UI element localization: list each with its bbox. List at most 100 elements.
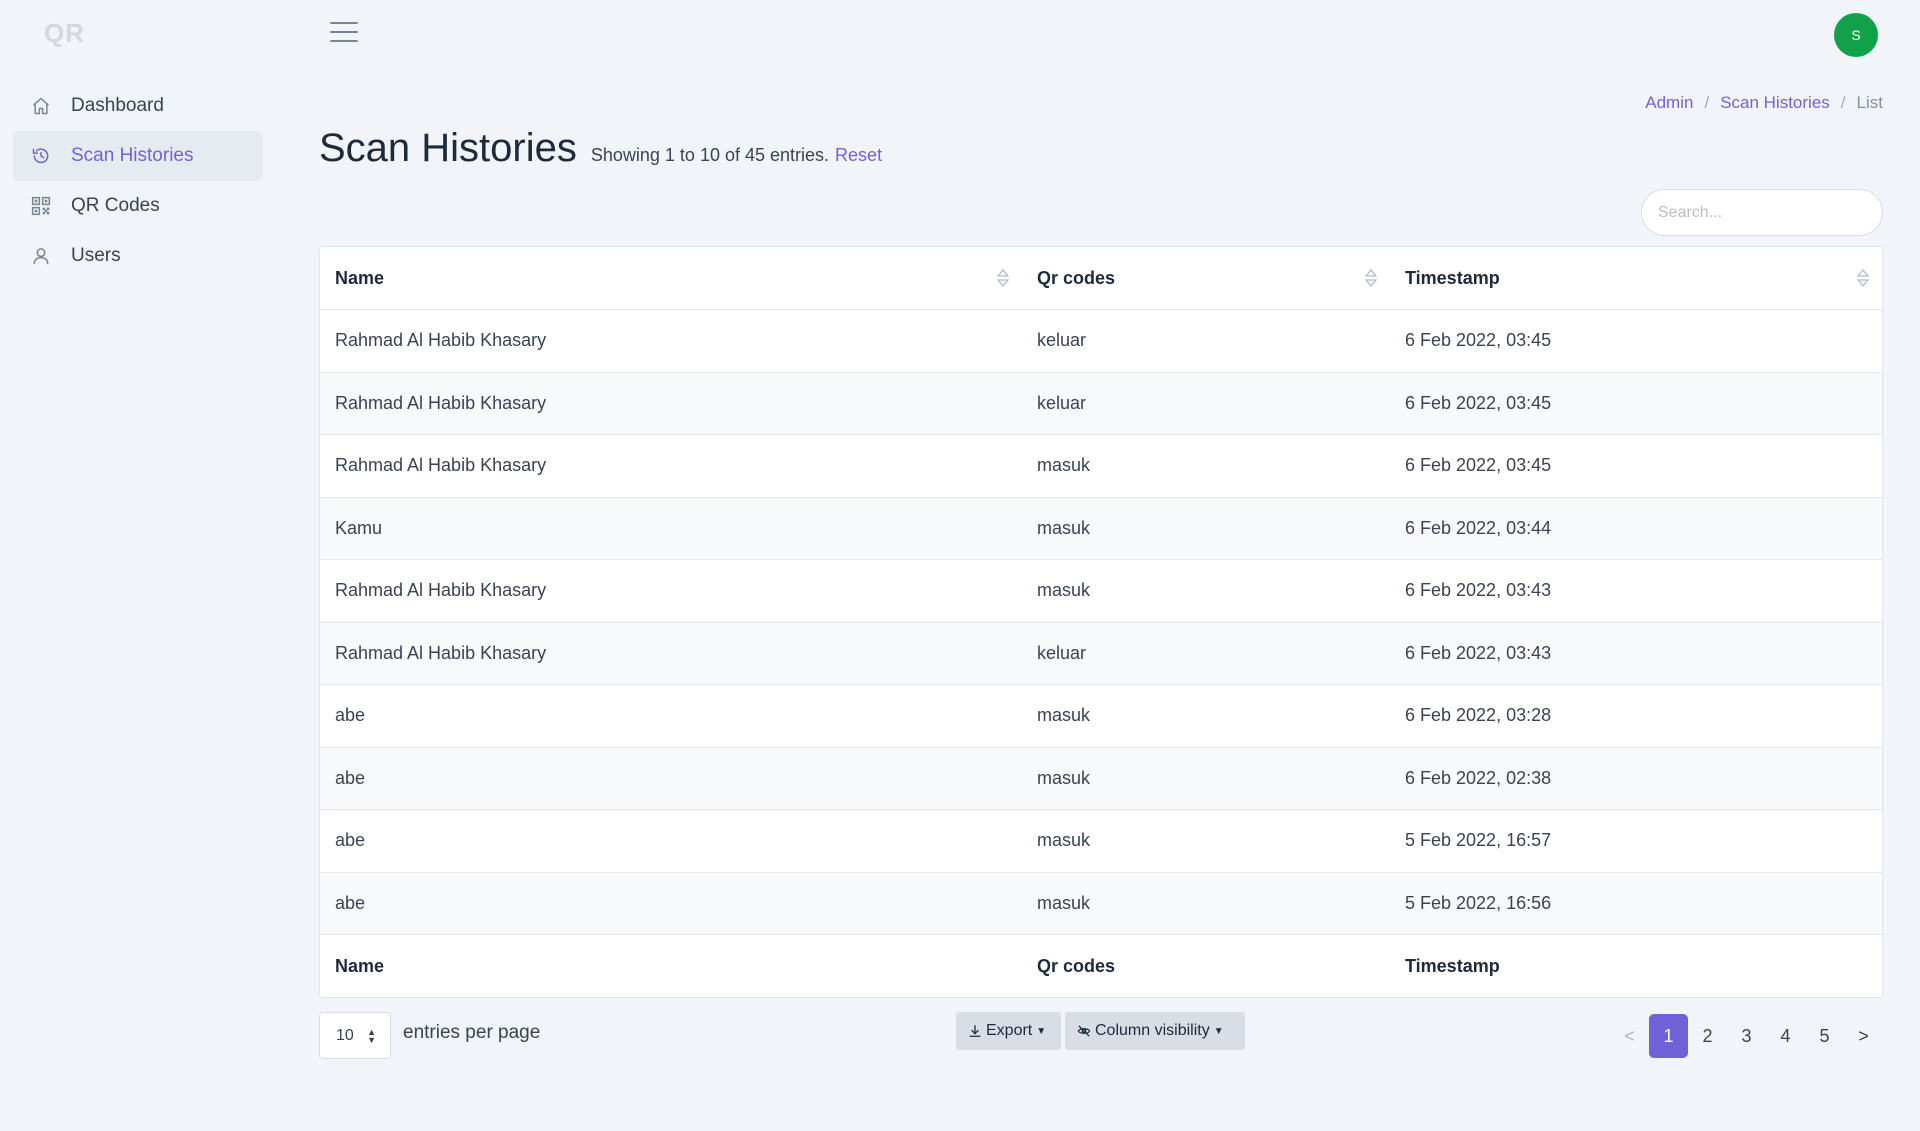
cell-timestamp: 6 Feb 2022, 03:45: [1390, 309, 1882, 373]
cell-qr-code: masuk: [1022, 872, 1390, 935]
sidebar-item-label: Dashboard: [71, 95, 164, 116]
title-row: Scan Histories Showing 1 to 10 of 45 ent…: [319, 126, 882, 171]
app-root: QR Dashboard Scan Histories QR Codes Use…: [0, 0, 1920, 1131]
per-page-label: entries per page: [403, 1022, 541, 1043]
cell-qr-code: masuk: [1022, 559, 1390, 623]
page-title: Scan Histories: [319, 126, 577, 170]
qr-code-icon: [30, 195, 52, 217]
pagination-page-1[interactable]: 1: [1649, 1014, 1688, 1058]
pagination: < 1 2 3 4 5 >: [1610, 1014, 1883, 1058]
cell-timestamp: 5 Feb 2022, 16:57: [1390, 809, 1882, 873]
column-header-name[interactable]: Name: [320, 247, 1022, 310]
cell-timestamp: 6 Feb 2022, 03:28: [1390, 684, 1882, 748]
pagination-page-4[interactable]: 4: [1766, 1014, 1805, 1058]
cell-qr-code: masuk: [1022, 809, 1390, 873]
search-input[interactable]: [1641, 189, 1883, 236]
column-header-timestamp[interactable]: Timestamp: [1390, 247, 1882, 310]
cell-qr-code: keluar: [1022, 372, 1390, 435]
cell-qr-code: masuk: [1022, 434, 1390, 498]
column-footer-qr-codes: Qr codes: [1022, 934, 1390, 997]
sidebar: QR Dashboard Scan Histories QR Codes Use…: [0, 0, 270, 1131]
entries-info: Showing 1 to 10 of 45 entries.: [590, 145, 830, 165]
export-button[interactable]: Export ▼: [956, 1012, 1061, 1050]
home-icon: [30, 95, 52, 117]
cell-timestamp: 6 Feb 2022, 03:44: [1390, 497, 1882, 560]
table-footer-row: Name Qr codes Timestamp: [320, 934, 1882, 997]
cell-qr-code: keluar: [1022, 622, 1390, 685]
sidebar-item-label: Users: [71, 245, 121, 266]
cell-qr-code: keluar: [1022, 309, 1390, 373]
breadcrumb-scan-histories[interactable]: Scan Histories: [1720, 93, 1830, 113]
per-page-value: 10: [336, 1026, 354, 1044]
cell-name: Rahmad Al Habib Khasary: [320, 372, 1022, 435]
pagination-prev[interactable]: <: [1610, 1014, 1649, 1058]
sidebar-item-label: QR Codes: [71, 195, 160, 216]
sidebar-item-qr-codes[interactable]: QR Codes: [13, 181, 263, 231]
breadcrumb-current: List: [1856, 93, 1883, 112]
cell-qr-code: masuk: [1022, 497, 1390, 560]
user-icon: [30, 245, 52, 267]
column-header-label: Name: [335, 267, 385, 288]
cell-name: abe: [320, 684, 1022, 748]
sort-icon[interactable]: [996, 267, 1010, 289]
caret-down-icon: ▼: [1213, 1025, 1224, 1037]
cell-timestamp: 5 Feb 2022, 16:56: [1390, 872, 1882, 935]
column-header-label: Timestamp: [1405, 267, 1500, 288]
cell-name: Rahmad Al Habib Khasary: [320, 559, 1022, 623]
cell-name: Rahmad Al Habib Khasary: [320, 309, 1022, 373]
sidebar-item-users[interactable]: Users: [13, 231, 263, 281]
table-row: abe masuk 6 Feb 2022, 03:28: [320, 684, 1882, 748]
pagination-page-2[interactable]: 2: [1688, 1014, 1727, 1058]
table-row: Rahmad Al Habib Khasary masuk 6 Feb 2022…: [320, 434, 1882, 498]
column-visibility-label: Column visibility: [1095, 1022, 1210, 1039]
column-footer-name: Name: [320, 934, 1022, 997]
menu-toggle-icon[interactable]: [330, 22, 358, 44]
caret-down-icon: ▼: [1036, 1025, 1047, 1037]
sidebar-item-label: Scan Histories: [71, 145, 194, 166]
breadcrumb: Admin / Scan Histories / List: [1645, 93, 1883, 113]
column-footer-timestamp: Timestamp: [1390, 934, 1882, 997]
cell-qr-code: masuk: [1022, 684, 1390, 748]
cell-name: Rahmad Al Habib Khasary: [320, 622, 1022, 685]
cell-qr-code: masuk: [1022, 747, 1390, 810]
breadcrumb-separator: /: [1704, 93, 1710, 112]
table-row: Rahmad Al Habib Khasary masuk 6 Feb 2022…: [320, 559, 1882, 623]
sidebar-item-dashboard[interactable]: Dashboard: [13, 81, 263, 131]
table-row: abe masuk 5 Feb 2022, 16:57: [320, 809, 1882, 873]
column-visibility-button[interactable]: Column visibility ▼: [1065, 1012, 1245, 1050]
reset-link[interactable]: Reset: [835, 145, 882, 166]
cell-name: abe: [320, 809, 1022, 873]
table-row: abe masuk 6 Feb 2022, 02:38: [320, 747, 1882, 810]
data-table: Name Qr codes Timestamp Rahmad Al Habib: [319, 246, 1883, 998]
column-header-label: Qr codes: [1037, 267, 1116, 288]
sort-icon[interactable]: [1364, 267, 1378, 289]
table-row: Rahmad Al Habib Khasary keluar 6 Feb 202…: [320, 309, 1882, 373]
pagination-page-3[interactable]: 3: [1727, 1014, 1766, 1058]
select-arrows-icon: ▲ ▼: [367, 1027, 376, 1045]
table-row: abe masuk 5 Feb 2022, 16:56: [320, 872, 1882, 935]
cell-timestamp: 6 Feb 2022, 03:45: [1390, 372, 1882, 435]
history-icon: [30, 145, 52, 167]
pagination-page-5[interactable]: 5: [1805, 1014, 1844, 1058]
avatar[interactable]: S: [1834, 13, 1878, 57]
cell-name: abe: [320, 872, 1022, 935]
per-page-select[interactable]: 10 ▲ ▼: [319, 1012, 391, 1059]
pagination-next[interactable]: >: [1844, 1014, 1883, 1058]
download-icon: [969, 1025, 981, 1037]
app-logo[interactable]: QR: [44, 18, 85, 49]
cell-timestamp: 6 Feb 2022, 03:43: [1390, 622, 1882, 685]
cell-timestamp: 6 Feb 2022, 02:38: [1390, 747, 1882, 810]
eye-slash-icon: [1077, 1025, 1091, 1037]
cell-timestamp: 6 Feb 2022, 03:45: [1390, 434, 1882, 498]
sort-icon[interactable]: [1856, 267, 1870, 289]
sidebar-item-scan-histories[interactable]: Scan Histories: [13, 131, 263, 181]
table-row: Kamu masuk 6 Feb 2022, 03:44: [320, 497, 1882, 560]
cell-name: Rahmad Al Habib Khasary: [320, 434, 1022, 498]
export-label: Export: [986, 1022, 1033, 1039]
column-header-qr-codes[interactable]: Qr codes: [1022, 247, 1390, 310]
breadcrumb-admin[interactable]: Admin: [1645, 93, 1693, 113]
cell-name: abe: [320, 747, 1022, 810]
table-row: Rahmad Al Habib Khasary keluar 6 Feb 202…: [320, 372, 1882, 435]
cell-timestamp: 6 Feb 2022, 03:43: [1390, 559, 1882, 623]
table-header-row: Name Qr codes Timestamp: [320, 247, 1882, 310]
